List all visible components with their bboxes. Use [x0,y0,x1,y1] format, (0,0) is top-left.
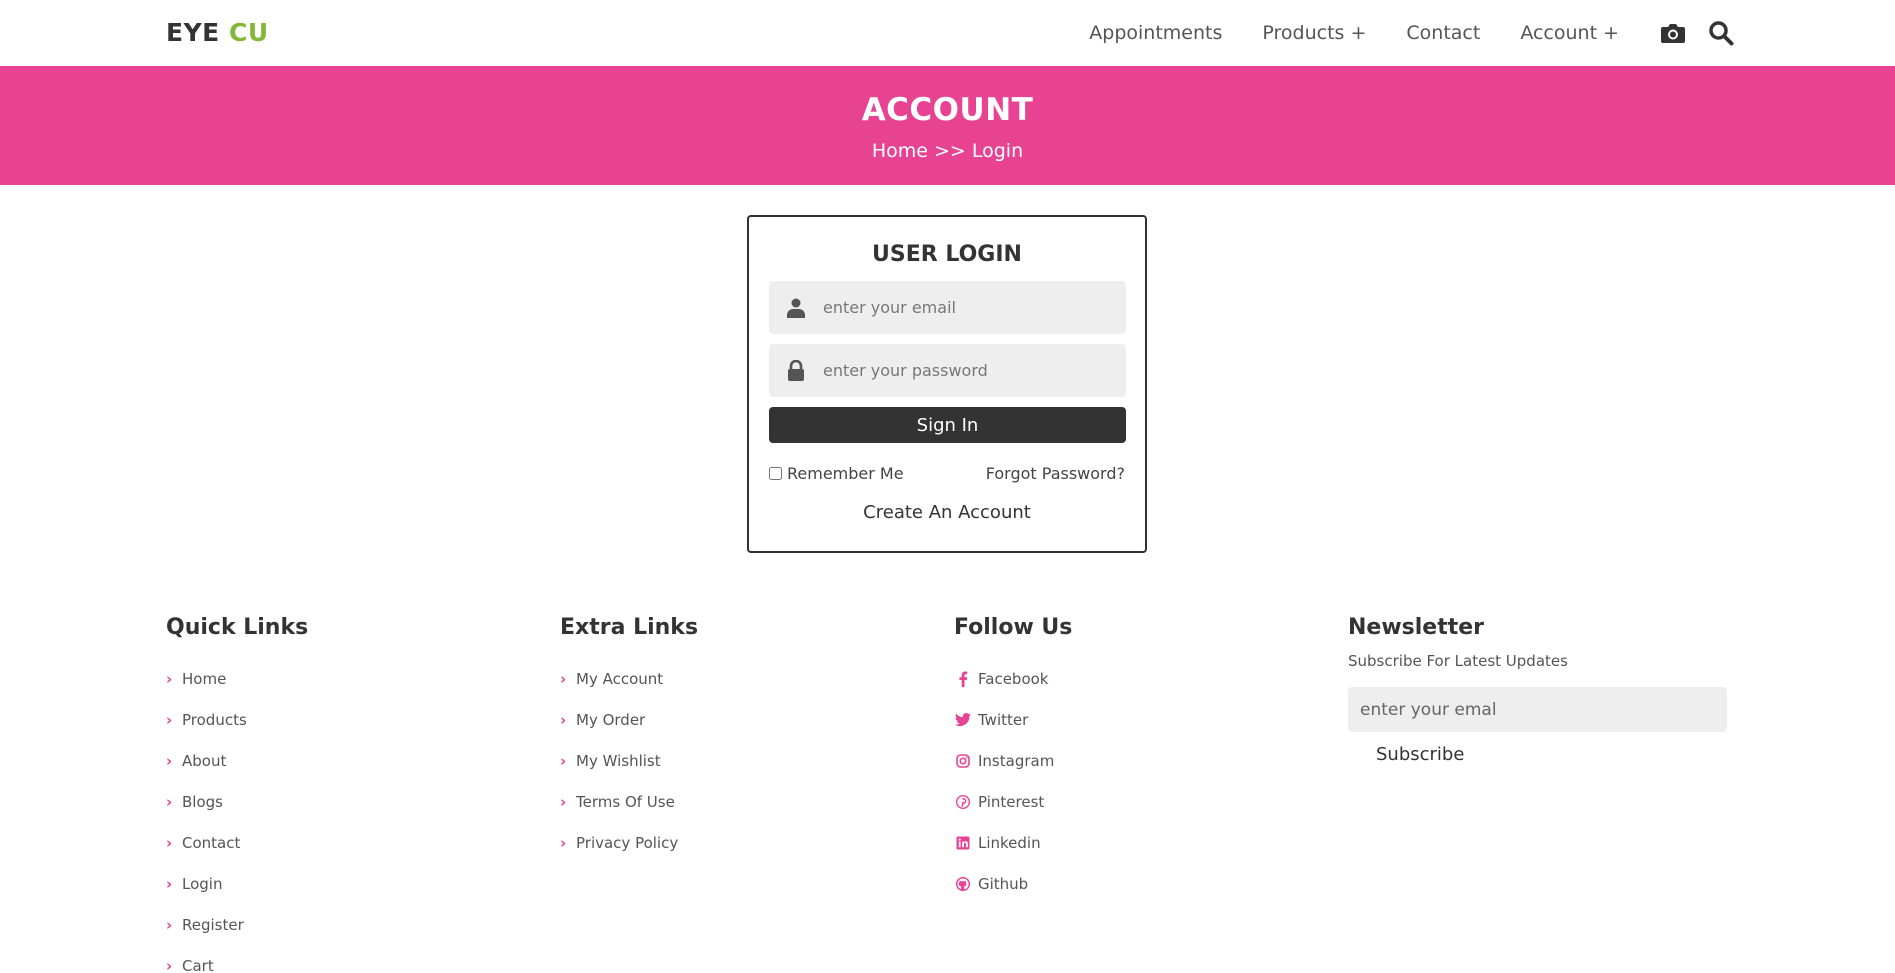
link-label: Login [182,874,223,893]
social-link-pinterest[interactable]: Pinterest [954,781,1334,822]
link-label: Products [182,710,247,729]
social-link-github[interactable]: Github [954,863,1334,904]
chevron-right-icon: › [560,833,567,852]
footer-quick-links: Quick Links › Home › Products › About › Blog… [166,615,546,973]
quick-link-blogs[interactable]: › Blogs [166,781,546,822]
chevron-right-icon: › [166,874,173,893]
link-label: About [182,751,227,770]
login-title: USER LOGIN [872,242,1022,267]
instagram-icon [954,752,972,770]
page-banner: ACCOUNT Home >> Login [0,66,1895,185]
chevron-right-icon: › [166,669,173,688]
link-label: My Order [576,710,646,729]
search-icon[interactable] [1707,19,1735,47]
linkedin-icon [954,834,972,852]
footer-follow-us: Follow Us Facebook Twitter Instagram Pin… [954,615,1334,904]
site-header: EYE CU Appointments Products + Contact A… [0,0,1895,66]
chevron-right-icon: › [560,751,567,770]
extra-link-my-order[interactable]: › My Order [560,699,940,740]
quick-link-about[interactable]: › About [166,740,546,781]
camera-icon[interactable] [1659,19,1687,47]
quick-link-register[interactable]: › Register [166,904,546,945]
create-account-link[interactable]: Create An Account [749,502,1145,523]
link-label: Instagram [978,751,1055,770]
extra-link-my-account[interactable]: › My Account [560,658,940,699]
logo-accent: CU [228,18,269,47]
main-nav: Appointments Products + Contact Account … [1049,0,1735,66]
chevron-right-icon: › [560,710,567,729]
quick-links-title: Quick Links [166,615,309,640]
remember-me-label: Remember Me [787,464,904,483]
footer-newsletter: Newsletter Subscribe For Latest Updates … [1348,615,1728,765]
link-label: My Account [576,669,664,688]
twitter-icon [954,711,972,729]
chevron-right-icon: › [166,833,173,852]
newsletter-email-input[interactable] [1348,687,1727,732]
social-link-facebook[interactable]: Facebook [954,658,1334,699]
github-icon [954,875,972,893]
link-label: Blogs [182,792,223,811]
quick-link-login[interactable]: › Login [166,863,546,904]
chevron-right-icon: › [166,792,173,811]
logo-main: EYE [166,18,220,47]
page-title: ACCOUNT [861,92,1034,128]
subscribe-button[interactable]: Subscribe [1376,744,1464,765]
quick-link-cart[interactable]: › Cart [166,945,546,973]
breadcrumb: Home >> Login [871,140,1024,162]
nav-account[interactable]: Account + [1520,22,1619,44]
footer-extra-links: Extra Links › My Account › My Order › My Wi… [560,615,940,863]
chevron-right-icon: › [560,669,567,688]
link-label: Github [978,874,1029,893]
lock-icon [769,360,823,381]
chevron-right-icon: › [166,956,173,973]
sign-in-button[interactable]: Sign In [769,407,1126,443]
nav-appointments[interactable]: Appointments [1089,22,1222,44]
extra-link-my-wishlist[interactable]: › My Wishlist [560,740,940,781]
chevron-right-icon: › [166,915,173,934]
link-label: Linkedin [978,833,1041,852]
chevron-right-icon: › [166,710,173,729]
social-link-linkedin[interactable]: Linkedin [954,822,1334,863]
link-label: Terms Of Use [576,792,675,811]
link-label: Cart [182,956,214,973]
remember-me[interactable]: Remember Me [769,464,904,483]
nav-contact[interactable]: Contact [1406,22,1480,44]
link-label: Register [182,915,244,934]
chevron-right-icon: › [166,751,173,770]
link-label: Pinterest [978,792,1045,811]
link-label: Privacy Policy [576,833,679,852]
login-form: USER LOGIN Sign In Remember Me Forgot Pa… [747,215,1147,553]
link-label: Facebook [978,669,1049,688]
social-link-twitter[interactable]: Twitter [954,699,1334,740]
extra-link-terms[interactable]: › Terms Of Use [560,781,940,822]
remember-me-checkbox[interactable] [769,467,782,480]
password-field [769,344,1126,397]
nav-products[interactable]: Products + [1262,22,1366,44]
link-label: Twitter [978,710,1029,729]
password-input[interactable] [823,361,1103,380]
forgot-password-link[interactable]: Forgot Password? [986,464,1125,483]
quick-link-home[interactable]: › Home [166,658,546,699]
newsletter-subtitle: Subscribe For Latest Updates [1348,652,1568,670]
user-icon [769,298,823,318]
social-link-instagram[interactable]: Instagram [954,740,1334,781]
quick-link-contact[interactable]: › Contact [166,822,546,863]
link-label: Contact [182,833,241,852]
chevron-right-icon: › [560,792,567,811]
quick-link-products[interactable]: › Products [166,699,546,740]
link-label: Home [182,669,227,688]
email-field [769,281,1126,334]
extra-link-privacy[interactable]: › Privacy Policy [560,822,940,863]
logo[interactable]: EYE CU [166,18,269,47]
email-input[interactable] [823,298,1103,317]
pinterest-icon [954,793,972,811]
facebook-icon [954,670,972,688]
follow-us-title: Follow Us [954,615,1073,640]
extra-links-title: Extra Links [560,615,699,640]
link-label: My Wishlist [576,751,661,770]
newsletter-title: Newsletter [1348,615,1485,640]
